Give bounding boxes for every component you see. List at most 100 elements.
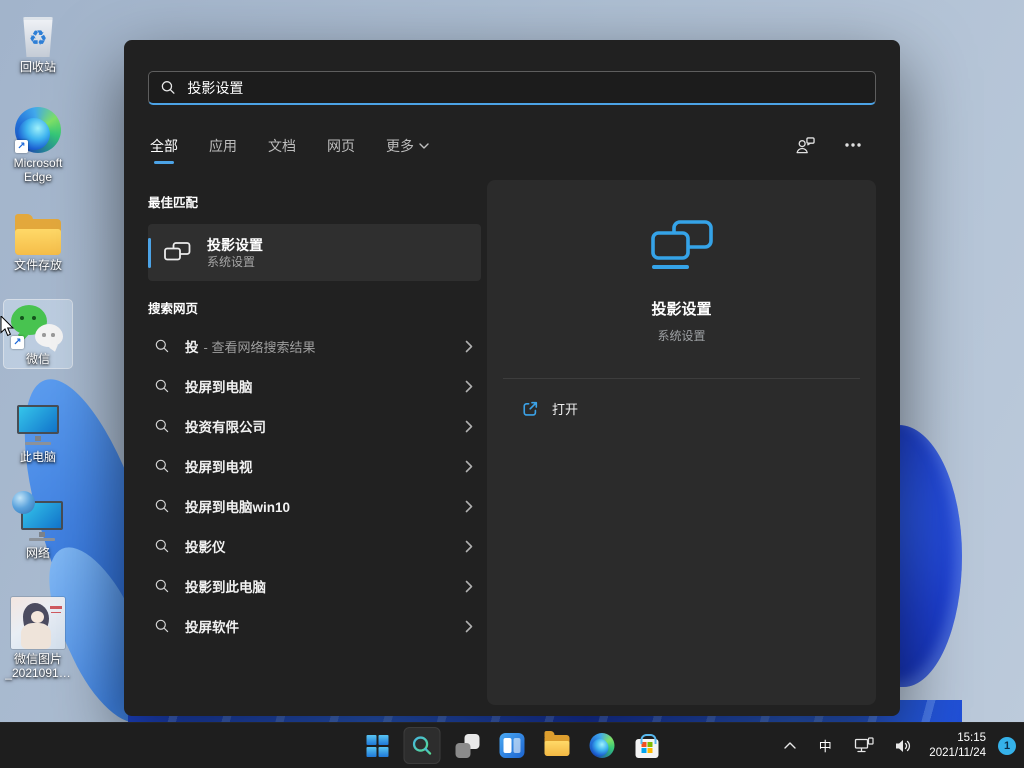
account-options-button[interactable]	[792, 132, 818, 158]
taskbar-clock[interactable]: 15:15 2021/11/24	[929, 731, 986, 761]
chevron-right-icon	[465, 500, 473, 513]
tab-apps[interactable]: 应用	[209, 136, 237, 164]
search-icon	[154, 578, 170, 594]
desktop-icon-label: Microsoft Edge	[4, 156, 72, 184]
web-search-header: 搜索网页	[148, 298, 198, 317]
task-view-button[interactable]	[449, 727, 486, 764]
file-explorer-button[interactable]	[539, 727, 576, 764]
tab-more[interactable]: 更多	[386, 136, 429, 164]
best-match-subtitle: 系统设置	[207, 254, 263, 270]
desktop-icon-folder[interactable]: 文件存放	[4, 206, 72, 274]
suggestion-text: 投屏到电脑	[185, 376, 253, 396]
chevron-down-icon	[419, 143, 429, 149]
label-line2: _2021091…	[5, 666, 70, 680]
tab-all[interactable]: 全部	[150, 136, 178, 164]
suggestion-text: 投	[185, 336, 199, 356]
wechat-icon: ↗	[11, 303, 65, 349]
tab-label: 文档	[268, 136, 296, 156]
chevron-right-icon	[465, 340, 473, 353]
tab-label: 网页	[327, 136, 355, 156]
suggestion-text: 投屏到电视	[185, 456, 253, 476]
desktop-icon-wechat-image[interactable]: 微信图片 _2021091…	[4, 592, 72, 682]
suggestion-text: 投影到此电脑	[185, 576, 266, 596]
web-suggestion-row[interactable]: 投影到此电脑	[148, 566, 481, 606]
search-icon	[411, 734, 434, 757]
search-button[interactable]	[404, 727, 441, 764]
search-filter-tabs: 全部 应用 文档 网页 更多	[150, 136, 429, 164]
ime-label: 中	[816, 736, 834, 755]
desktop-icon-label: 此电脑	[20, 450, 56, 464]
label-line1: 微信图片	[14, 652, 62, 666]
ime-indicator[interactable]: 中	[812, 732, 838, 759]
best-match-header: 最佳匹配	[148, 192, 198, 211]
search-box[interactable]	[148, 71, 876, 105]
start-button[interactable]	[359, 727, 396, 764]
microsoft-store-icon	[636, 739, 659, 758]
desktop-icon-label: 网络	[26, 546, 50, 560]
folder-icon	[15, 209, 61, 255]
store-button[interactable]	[629, 727, 666, 764]
projection-settings-icon-large	[649, 220, 715, 272]
search-icon	[160, 79, 176, 96]
suggestion-secondary-text: - 查看网络搜索结果	[204, 337, 316, 356]
file-explorer-icon	[545, 735, 570, 756]
search-flyout-panel: 全部 应用 文档 网页 更多 最佳匹配	[124, 40, 900, 716]
search-icon	[154, 498, 170, 514]
volume-tray-button[interactable]	[890, 734, 917, 758]
web-suggestion-row[interactable]: 投屏到电脑	[148, 366, 481, 406]
open-action[interactable]: 打开	[515, 395, 584, 422]
chevron-right-icon	[465, 540, 473, 553]
recycle-bin-icon: ♻	[22, 11, 54, 57]
chevron-right-icon	[465, 580, 473, 593]
desktop-icon-network[interactable]: 网络	[4, 494, 72, 562]
network-icon	[11, 497, 65, 543]
tab-documents[interactable]: 文档	[268, 136, 296, 164]
desktop-icon-edge[interactable]: ↗ Microsoft Edge	[4, 104, 72, 186]
result-preview-pane: 投影设置 系统设置 打开	[487, 180, 876, 705]
preview-subtitle: 系统设置	[657, 327, 705, 344]
desktop-icon-recycle-bin[interactable]: ♻ 回收站	[4, 8, 72, 76]
network-tray-button[interactable]	[850, 733, 878, 758]
shortcut-arrow-icon: ↗	[15, 140, 28, 153]
chevron-right-icon	[465, 620, 473, 633]
chevron-up-icon	[784, 742, 796, 749]
web-suggestion-row[interactable]: 投资有限公司	[148, 406, 481, 446]
edge-button[interactable]	[584, 727, 621, 764]
more-options-button[interactable]	[840, 132, 866, 158]
desktop-icon-label: 微信图片 _2021091…	[5, 652, 70, 680]
open-label: 打开	[552, 399, 578, 418]
search-icon	[154, 618, 170, 634]
web-suggestion-row[interactable]: 投屏到电视	[148, 446, 481, 486]
web-suggestion-row[interactable]: 投影仪	[148, 526, 481, 566]
ellipsis-icon	[845, 143, 861, 147]
web-suggestion-row[interactable]: 投 - 查看网络搜索结果	[148, 326, 481, 366]
clock-time: 15:15	[929, 731, 986, 746]
search-icon	[154, 338, 170, 354]
desktop-icon-this-pc[interactable]: 此电脑	[4, 398, 72, 466]
projection-settings-icon	[164, 242, 191, 264]
search-input[interactable]	[187, 80, 864, 96]
desktop-icon-label: 回收站	[20, 60, 56, 74]
web-suggestion-row[interactable]: 投屏软件	[148, 606, 481, 646]
desktop-icon-label: 文件存放	[14, 258, 62, 272]
suggestion-text: 投影仪	[185, 536, 226, 556]
suggestion-text: 投屏软件	[185, 616, 239, 636]
suggestion-text: 投屏到电脑win10	[185, 496, 290, 516]
web-suggestion-row[interactable]: 投屏到电脑win10	[148, 486, 481, 526]
edge-icon: ↗	[15, 107, 61, 153]
search-icon	[154, 538, 170, 554]
best-match-result[interactable]: 投影设置 系统设置	[148, 224, 481, 281]
task-view-icon	[455, 734, 479, 758]
taskbar-center-icons	[359, 723, 666, 768]
search-icon	[154, 418, 170, 434]
tab-label: 全部	[150, 136, 178, 156]
tray-overflow-button[interactable]	[780, 738, 800, 753]
tab-web[interactable]: 网页	[327, 136, 355, 164]
tab-label: 应用	[209, 136, 237, 156]
widgets-button[interactable]	[494, 727, 531, 764]
chevron-right-icon	[465, 460, 473, 473]
search-icon	[154, 378, 170, 394]
image-thumbnail	[11, 595, 65, 649]
notification-badge[interactable]: 1	[998, 737, 1016, 755]
best-match-texts: 投影设置 系统设置	[207, 236, 263, 270]
